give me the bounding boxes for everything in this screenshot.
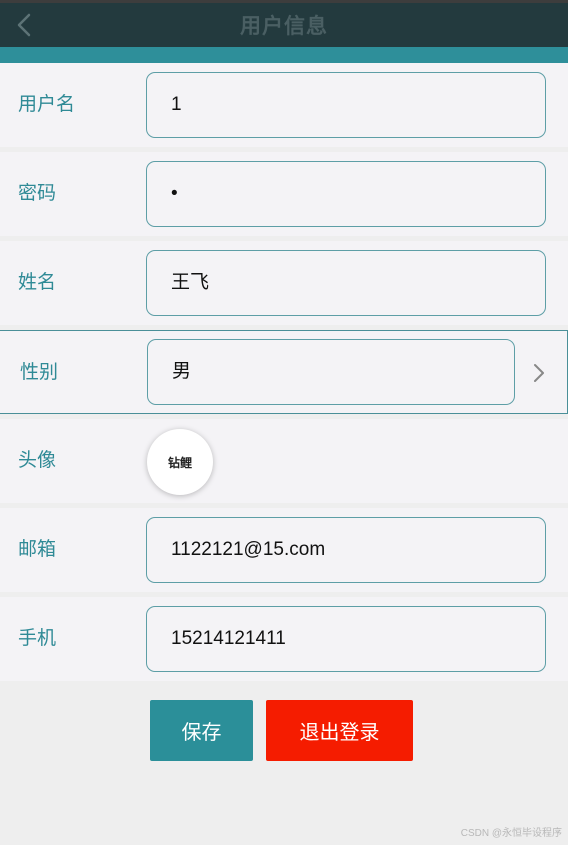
- gender-label: 性别: [20, 362, 59, 383]
- action-buttons: 保存 退出登录: [0, 700, 568, 762]
- logout-button[interactable]: 退出登录: [266, 700, 413, 761]
- user-info-form: 用户名 1 密码 • 姓名 王飞 性别 男 头像 钻鲤 邮箱 1122121@1…: [0, 63, 568, 681]
- username-label: 用户名: [18, 94, 76, 115]
- username-field[interactable]: 1: [146, 72, 546, 138]
- name-field[interactable]: 王飞: [146, 250, 546, 316]
- chevron-left-icon: [17, 13, 31, 37]
- header-bar: 用户信息: [0, 3, 568, 47]
- password-row: 密码 •: [0, 152, 568, 236]
- avatar-label: 头像: [18, 450, 57, 471]
- gender-row[interactable]: 性别 男: [0, 330, 568, 414]
- back-button[interactable]: [10, 11, 38, 39]
- email-field[interactable]: 1122121@15.com: [146, 517, 546, 583]
- phone-label: 手机: [18, 628, 57, 649]
- avatar-row: 头像 钻鲤: [0, 419, 568, 503]
- chevron-right-icon[interactable]: [529, 361, 549, 385]
- phone-row: 手机 15214121411: [0, 597, 568, 681]
- username-row: 用户名 1: [0, 63, 568, 147]
- password-field[interactable]: •: [146, 161, 546, 227]
- email-label: 邮箱: [18, 539, 57, 560]
- save-button[interactable]: 保存: [150, 700, 253, 761]
- page-title: 用户信息: [240, 15, 328, 38]
- name-label: 姓名: [18, 272, 57, 293]
- name-row: 姓名 王飞: [0, 241, 568, 325]
- avatar-image-text: 钻鲤: [167, 455, 192, 470]
- phone-field[interactable]: 15214121411: [146, 606, 546, 672]
- avatar[interactable]: 钻鲤: [147, 429, 213, 495]
- gender-select[interactable]: 男: [147, 339, 515, 405]
- email-row: 邮箱 1122121@15.com: [0, 508, 568, 592]
- password-label: 密码: [18, 183, 57, 204]
- watermark: CSDN @永恒毕设程序: [460, 828, 562, 839]
- accent-bar: [0, 47, 568, 63]
